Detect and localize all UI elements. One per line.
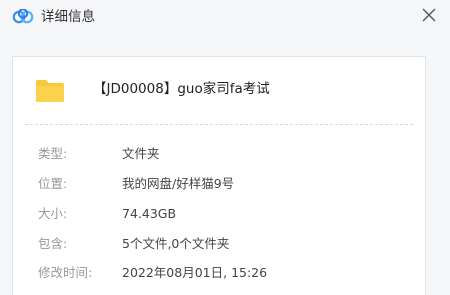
window-title: 详细信息 (41, 9, 95, 25)
detail-value: 文件夹 (122, 146, 160, 161)
detail-value: 5个文件,0个文件夹 (122, 236, 230, 251)
close-button[interactable] (416, 2, 442, 28)
file-name: 【JD00008】guo家司fa考试 (93, 81, 270, 97)
detail-label: 大小: (38, 206, 68, 221)
detail-value: 2022年08月01日, 15:26 (122, 265, 268, 280)
baidu-netdisk-logo-icon (12, 9, 34, 24)
close-icon (422, 8, 436, 22)
title-bar: 详细信息 (0, 0, 450, 34)
details-panel: 【JD00008】guo家司fa考试 类型: 文件夹 位置: 我的网盘/好样猫9… (12, 56, 426, 295)
detail-value: 74.43GB (122, 206, 177, 221)
detail-label: 位置: (38, 176, 68, 191)
detail-label: 修改时间: (38, 265, 93, 280)
folder-icon (36, 80, 64, 102)
detail-label: 包含: (38, 236, 68, 251)
detail-label: 类型: (38, 146, 68, 161)
detail-value: 我的网盘/好样猫9号 (122, 176, 235, 191)
divider (25, 124, 413, 125)
